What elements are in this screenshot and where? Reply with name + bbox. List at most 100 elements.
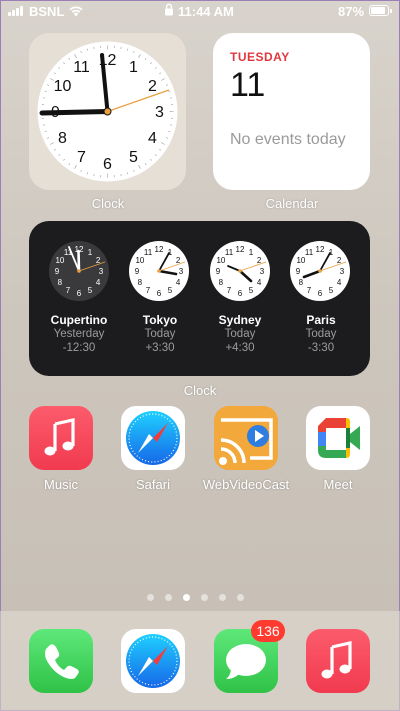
city-day: Today <box>305 328 337 340</box>
city-name: Sydney <box>218 313 262 327</box>
svg-text:1: 1 <box>249 248 254 257</box>
calendar-widget[interactable]: TUESDAY 11 No events today <box>213 33 370 190</box>
world-clock-face: 1234567891011 12 <box>210 241 270 301</box>
webvideocast-app-icon[interactable] <box>214 406 278 470</box>
svg-text:4: 4 <box>337 278 342 287</box>
clock-numeral: 11 <box>73 59 90 76</box>
app-label-meet: Meet <box>323 477 353 492</box>
cellular-signal-icon <box>8 6 23 16</box>
svg-text:3: 3 <box>340 267 345 276</box>
page-indicator[interactable] <box>147 594 244 601</box>
clock-widget[interactable]: 123456789101112 <box>29 33 186 190</box>
webvideocast-icon <box>214 406 278 470</box>
safari-icon <box>126 411 180 465</box>
clock-numeral: 10 <box>54 78 72 95</box>
svg-text:11: 11 <box>305 248 314 257</box>
city-offset: -12:30 <box>62 342 96 354</box>
svg-text:6: 6 <box>238 289 243 298</box>
page-dot-active[interactable] <box>183 594 190 601</box>
world-clock-widget[interactable]: 1 2 3 4 5 6 7 8 9 10 11 12 1 2 3 4 5 6 7 8 9 10 11 12 1 2 3 4 5 6 7 8 9 1… <box>29 221 370 376</box>
page-dot[interactable] <box>147 594 154 601</box>
svg-text:6: 6 <box>318 289 323 298</box>
safari-icon <box>126 634 180 688</box>
meet-app-icon[interactable] <box>306 406 370 470</box>
svg-text:5: 5 <box>88 286 93 295</box>
city-offset: -3:30 <box>307 342 335 354</box>
battery-percentage: 87% <box>338 4 365 19</box>
battery-icon <box>369 5 392 16</box>
clock-numeral: 2 <box>148 78 157 95</box>
svg-text:7: 7 <box>146 286 151 295</box>
city-offset: +3:30 <box>145 342 175 354</box>
page-dot[interactable] <box>237 594 244 601</box>
city-name: Paris <box>306 313 336 327</box>
status-bar: BSNL 11:44 AM 87% <box>0 0 400 24</box>
svg-text:5: 5 <box>168 286 173 295</box>
hour-hand <box>39 109 110 116</box>
calendar-events: No events today <box>230 131 346 148</box>
svg-text:9: 9 <box>55 267 60 276</box>
page-dot[interactable] <box>201 594 208 601</box>
svg-text:8: 8 <box>299 278 304 287</box>
safari-app-icon[interactable] <box>121 406 185 470</box>
svg-text:5: 5 <box>249 286 254 295</box>
music-dock-icon[interactable] <box>306 629 370 693</box>
clock-numeral: 1 <box>129 59 138 76</box>
safari-dock-icon[interactable] <box>121 629 185 693</box>
app-label-webvideocast: WebVideoCast <box>202 477 290 492</box>
world-clock-widget-label: Clock <box>183 383 217 398</box>
wifi-icon <box>69 6 83 17</box>
clock-numeral: 5 <box>129 149 138 166</box>
status-time: 11:44 AM <box>178 4 234 19</box>
svg-text:9: 9 <box>296 267 301 276</box>
app-label-safari: Safari <box>136 477 170 492</box>
svg-text:8: 8 <box>138 278 143 287</box>
svg-text:4: 4 <box>176 278 181 287</box>
svg-text:10: 10 <box>216 256 225 265</box>
svg-text:12: 12 <box>316 245 325 254</box>
clock-numeral: 8 <box>58 130 67 147</box>
svg-text:1: 1 <box>88 248 93 257</box>
carrier-name: BSNL <box>29 4 65 19</box>
world-clock-faces: 1234567891011 12 1234567891011 12 1234567891… <box>49 241 350 301</box>
svg-text:12: 12 <box>155 245 164 254</box>
clock-widget-label: Clock <box>91 196 125 211</box>
city-day: Yesterday <box>53 328 105 340</box>
svg-text:3: 3 <box>179 267 184 276</box>
svg-text:10: 10 <box>135 256 144 265</box>
svg-text:12: 12 <box>236 245 245 254</box>
page-dot[interactable] <box>219 594 226 601</box>
svg-text:4: 4 <box>96 278 101 287</box>
messages-badge: 136 <box>251 620 285 642</box>
clock-numeral: 4 <box>148 130 157 147</box>
phone-icon <box>45 644 79 679</box>
svg-text:6: 6 <box>77 289 82 298</box>
svg-text:9: 9 <box>135 267 140 276</box>
svg-text:7: 7 <box>307 286 312 295</box>
app-label-music: Music <box>44 477 78 492</box>
clock-numeral: 7 <box>77 149 86 166</box>
city-name: Cupertino <box>50 313 108 327</box>
svg-text:11: 11 <box>144 248 153 257</box>
svg-text:7: 7 <box>66 286 71 295</box>
music-app-icon[interactable] <box>29 406 93 470</box>
city-day: Today <box>224 328 256 340</box>
world-clock-face: 1234567891011 12 <box>290 241 350 301</box>
page-dot[interactable] <box>165 594 172 601</box>
svg-text:8: 8 <box>58 278 63 287</box>
city-day: Today <box>144 328 176 340</box>
calendar-date: 11 <box>230 66 266 104</box>
svg-text:6: 6 <box>157 289 162 298</box>
world-clock-face: 1234567891011 12 <box>129 241 189 301</box>
svg-text:4: 4 <box>257 278 262 287</box>
city-name: Tokyo <box>142 313 178 327</box>
world-clock-face: 1234567891011 12 <box>49 241 109 301</box>
svg-text:11: 11 <box>225 248 234 257</box>
city-offset: +4:30 <box>225 342 255 354</box>
clock-numeral: 6 <box>103 156 112 173</box>
svg-text:10: 10 <box>55 256 64 265</box>
calendar-day: TUESDAY <box>230 50 290 64</box>
svg-text:5: 5 <box>329 286 334 295</box>
phone-app-icon[interactable] <box>29 629 93 693</box>
clock-numeral: 3 <box>155 104 164 121</box>
